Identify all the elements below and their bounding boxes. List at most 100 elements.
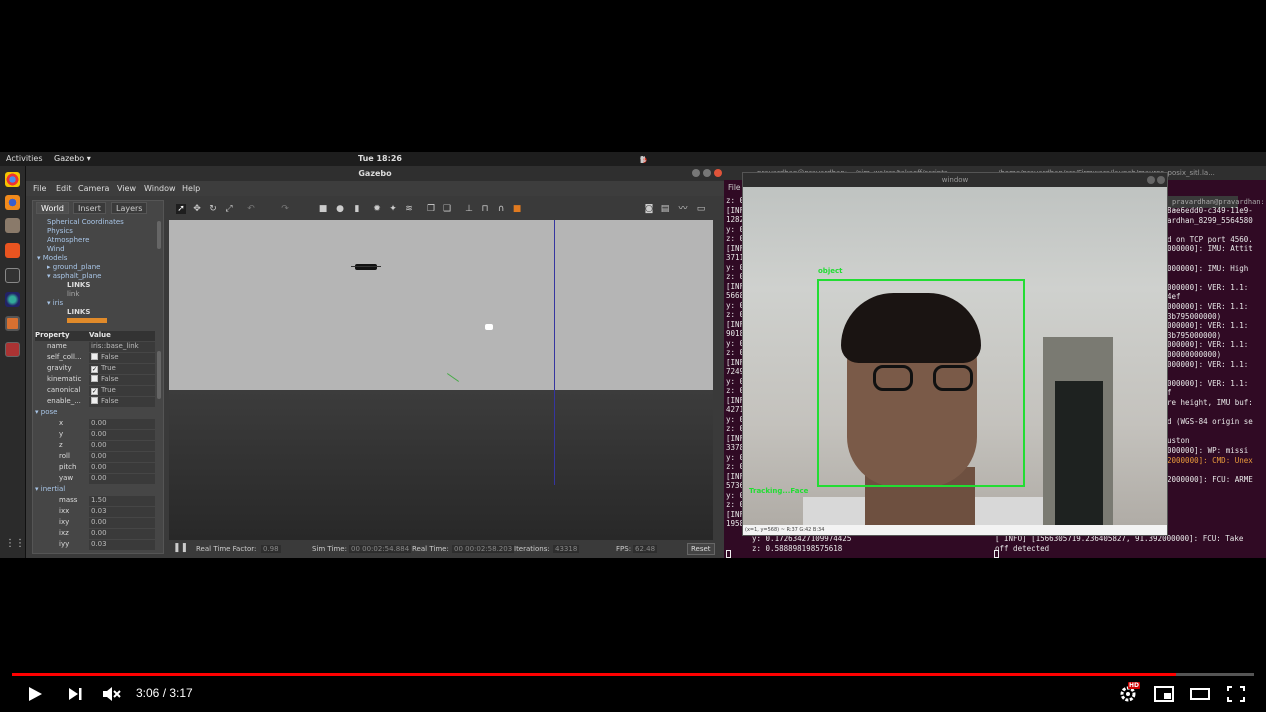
spot-light-icon[interactable]: ✦: [388, 204, 398, 214]
pause-icon[interactable]: ❚❚: [173, 543, 188, 553]
close-icon[interactable]: [714, 169, 722, 177]
tree-item-selected[interactable]: [67, 318, 107, 323]
property-row[interactable]: kinematic False: [35, 375, 155, 385]
property-row[interactable]: x 0.00: [35, 419, 155, 429]
miniplayer-icon[interactable]: [1153, 684, 1175, 704]
reset-button[interactable]: Reset: [687, 543, 715, 555]
tree-item[interactable]: ▾ asphalt_plane: [47, 272, 101, 280]
iris-drone-model[interactable]: [351, 264, 381, 270]
close-icon[interactable]: [1157, 176, 1165, 184]
panel-tabs: World Insert Layers: [33, 201, 163, 214]
scene-viewport[interactable]: [169, 220, 713, 540]
menu-edit[interactable]: Edit: [56, 184, 72, 193]
tree-item[interactable]: ▸ ground_plane: [47, 263, 100, 271]
checkbox-icon: [91, 375, 98, 382]
snap-icon[interactable]: ⊓: [480, 204, 490, 214]
tree-scrollbar[interactable]: [157, 221, 161, 249]
tree-item[interactable]: Wind: [47, 245, 65, 253]
camera-window[interactable]: window object Tracking...Face (x=1, y=56…: [742, 172, 1168, 536]
property-section-inertial[interactable]: ▾ inertial: [35, 485, 155, 495]
activities-button[interactable]: Activities: [6, 154, 43, 163]
redo-icon[interactable]: ↷: [280, 204, 290, 214]
property-row[interactable]: enable_... False: [35, 397, 155, 407]
property-row[interactable]: z 0.00: [35, 441, 155, 451]
property-row[interactable]: self_coll... False: [35, 353, 155, 363]
tree-item[interactable]: LINKS: [67, 308, 90, 316]
terminal-icon[interactable]: [5, 268, 20, 283]
play-icon[interactable]: [24, 684, 46, 704]
box-shape-icon[interactable]: ■: [318, 204, 328, 214]
undo-icon[interactable]: ↶: [246, 204, 256, 214]
hd-badge: HD: [1128, 682, 1141, 689]
log-icon[interactable]: ▤: [660, 204, 670, 214]
video-record-icon[interactable]: ▭: [696, 204, 706, 214]
terminal-cursor: [994, 550, 999, 558]
copy-icon[interactable]: ❐: [426, 204, 436, 214]
directional-light-icon[interactable]: ≋: [404, 204, 414, 214]
files-icon[interactable]: [5, 218, 20, 233]
tree-item[interactable]: Spherical Coordinates: [47, 218, 124, 226]
firefox-icon[interactable]: [5, 195, 20, 210]
property-row[interactable]: roll 0.00: [35, 452, 155, 462]
mute-icon[interactable]: [100, 684, 122, 704]
gazebo-icon[interactable]: [5, 316, 20, 331]
tree-item[interactable]: LINKS: [67, 281, 90, 289]
menu-file[interactable]: File: [33, 184, 46, 193]
fullscreen-icon[interactable]: [1225, 684, 1247, 704]
property-row[interactable]: iyy 0.03: [35, 540, 155, 550]
terminal-file-menu[interactable]: File: [728, 183, 741, 192]
align-icon[interactable]: ⊥: [464, 204, 474, 214]
scale-tool-icon[interactable]: ⤢: [224, 204, 234, 214]
property-row[interactable]: name iris::base_link: [35, 342, 155, 352]
property-row[interactable]: gravity ✓ True: [35, 364, 155, 374]
tree-item-models[interactable]: ▾ Models: [37, 254, 67, 262]
cylinder-shape-icon[interactable]: ▮: [352, 204, 362, 214]
tree-item[interactable]: ▾ iris: [47, 299, 63, 307]
paste-icon[interactable]: ❑: [442, 204, 452, 214]
property-section-pose[interactable]: ▾ pose: [35, 408, 155, 418]
tab-layers[interactable]: Layers: [111, 202, 148, 214]
property-row[interactable]: ixz 0.00: [35, 529, 155, 539]
property-row[interactable]: yaw 0.00: [35, 474, 155, 484]
app-menu[interactable]: Gazebo ▾: [54, 154, 91, 163]
property-row[interactable]: canonical ✓ True: [35, 386, 155, 396]
tab-world[interactable]: World: [36, 202, 69, 214]
rotate-tool-icon[interactable]: ↻: [208, 204, 218, 214]
software-center-icon[interactable]: [5, 243, 20, 258]
point-light-icon[interactable]: ✹: [372, 204, 382, 214]
property-scrollbar[interactable]: [157, 351, 161, 399]
image-viewer-icon[interactable]: [5, 342, 20, 357]
minimize-icon[interactable]: [1147, 176, 1155, 184]
app-grid-icon[interactable]: ⋮⋮: [5, 538, 25, 550]
maximize-icon[interactable]: [703, 169, 711, 177]
ros-icon[interactable]: [5, 292, 20, 307]
tree-item[interactable]: Physics: [47, 227, 73, 235]
tree-item[interactable]: Atmosphere: [47, 236, 89, 244]
menu-window[interactable]: Window: [144, 184, 176, 193]
change-view-icon[interactable]: ■: [512, 204, 522, 214]
tree-item[interactable]: link: [67, 290, 79, 298]
property-row[interactable]: y 0.00: [35, 430, 155, 440]
rtf-value: 0.98: [261, 545, 281, 553]
theater-mode-icon[interactable]: [1189, 684, 1211, 704]
sphere-shape-icon[interactable]: ●: [335, 204, 345, 214]
menu-camera[interactable]: Camera: [78, 184, 109, 193]
terminal-line: off detected: [995, 544, 1050, 553]
property-row[interactable]: mass 1.50: [35, 496, 155, 506]
property-row[interactable]: ixy 0.00: [35, 518, 155, 528]
plot-icon[interactable]: 〰: [678, 204, 688, 214]
video-progress-bar[interactable]: [12, 673, 1254, 676]
next-icon[interactable]: [64, 684, 86, 704]
chrome-icon[interactable]: [5, 172, 20, 187]
magnet-icon[interactable]: ∩: [496, 204, 506, 214]
property-row[interactable]: pitch 0.00: [35, 463, 155, 473]
menu-help[interactable]: Help: [182, 184, 200, 193]
screenshot-icon[interactable]: ◙: [644, 204, 654, 214]
minimize-icon[interactable]: [692, 169, 700, 177]
translate-tool-icon[interactable]: ✥: [192, 204, 202, 214]
select-tool-icon[interactable]: ➚: [176, 204, 186, 214]
clock[interactable]: Tue 18:26: [358, 154, 402, 163]
tab-insert[interactable]: Insert: [73, 202, 106, 214]
menu-view[interactable]: View: [117, 184, 136, 193]
property-row[interactable]: ixx 0.03: [35, 507, 155, 517]
